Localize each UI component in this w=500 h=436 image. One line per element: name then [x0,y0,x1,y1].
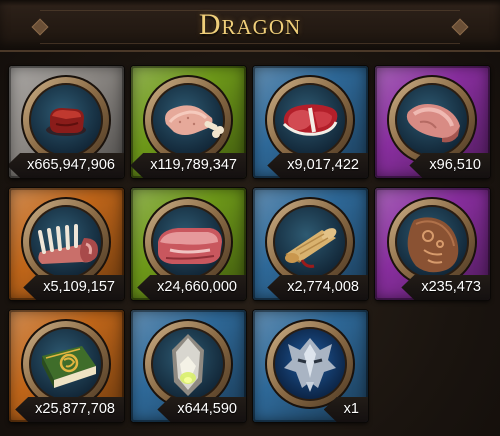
quantity-label: x25,877,708 [15,397,124,422]
quantity-label: x24,660,000 [137,275,246,300]
item-slot-glowing-crystal[interactable]: x644,590 [131,310,246,422]
dragon-inventory-screen: Dragon x665,947,906 x119,789,347 x9,017,… [0,0,500,436]
quantity-label: x644,590 [157,397,246,422]
header-bar: Dragon [0,0,500,52]
quantity-label: x2,774,008 [267,275,368,300]
quantity-label: x5,109,157 [23,275,124,300]
page-title: Dragon [198,8,302,41]
item-slot-raw-meat-chunk[interactable]: x665,947,906 [9,66,124,178]
item-slot-dragon-tome[interactable]: x25,877,708 [9,310,124,422]
quantity-label: x235,473 [401,275,490,300]
item-slot-raw-drumstick[interactable]: x119,789,347 [131,66,246,178]
quantity-label: x96,510 [409,153,490,178]
quantity-label: x665,947,906 [9,153,124,178]
quantity-label: x9,017,422 [267,153,368,178]
item-slot-dragon-skull-emblem[interactable]: x1 [253,310,368,422]
item-slot-rack-of-ribs[interactable]: x5,109,157 [9,188,124,300]
item-slot-carved-stone-tablet[interactable]: x235,473 [375,188,490,300]
item-slot-brisket-slab[interactable]: x24,660,000 [131,188,246,300]
item-slot-t-bone-steak[interactable]: x9,017,422 [253,66,368,178]
item-slot-leg-of-meat[interactable]: x96,510 [375,66,490,178]
item-slot-dragon-scroll[interactable]: x2,774,008 [253,188,368,300]
quantity-label: x119,789,347 [131,153,246,178]
